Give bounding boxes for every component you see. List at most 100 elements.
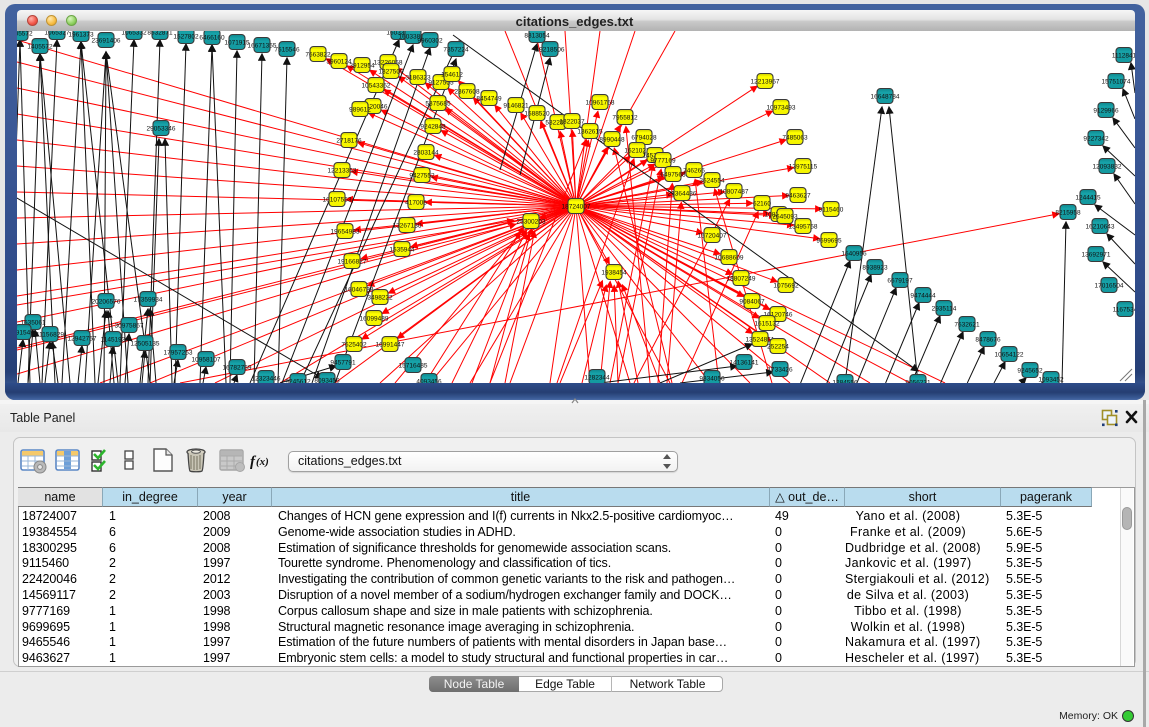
svg-text:1535944: 1535944	[389, 247, 415, 254]
svg-text:(x): (x)	[256, 456, 269, 468]
svg-text:1640956: 1640956	[841, 251, 867, 258]
svg-text:989612: 989612	[349, 107, 371, 114]
svg-text:1733426: 1733426	[767, 367, 793, 374]
svg-text:20206576: 20206576	[92, 299, 121, 306]
svg-text:10973493: 10973493	[767, 105, 796, 112]
svg-text:3186323: 3186323	[405, 75, 431, 82]
svg-text:13495758: 13495758	[789, 224, 818, 231]
svg-text:13975115: 13975115	[789, 164, 818, 171]
svg-text:12213363: 12213363	[328, 168, 357, 175]
svg-text:7357224: 7357224	[443, 47, 469, 54]
svg-text:3960124: 3960124	[326, 59, 352, 66]
svg-text:1065332: 1065332	[121, 31, 147, 37]
svg-text:1405572: 1405572	[17, 31, 33, 38]
svg-text:12323446: 12323446	[252, 376, 281, 383]
svg-text:1071915: 1071915	[224, 40, 250, 47]
svg-text:25300203: 25300203	[517, 219, 546, 226]
svg-text:7663822: 7663822	[305, 52, 331, 59]
svg-text:417006: 417006	[405, 200, 427, 207]
svg-text:62160: 62160	[753, 201, 771, 208]
svg-text:154612: 154612	[441, 72, 463, 79]
svg-text:8938923: 8938923	[862, 265, 888, 272]
svg-text:9463627: 9463627	[785, 193, 811, 200]
svg-text:1822037: 1822037	[559, 119, 585, 126]
svg-text:391549: 391549	[17, 330, 34, 337]
svg-text:7515546: 7515546	[274, 47, 300, 54]
svg-text:10961768: 10961768	[586, 100, 615, 107]
svg-text:17016504: 17016504	[1095, 283, 1124, 290]
svg-text:29053346: 29053346	[147, 126, 176, 133]
svg-text:1615132: 1615132	[754, 321, 780, 328]
svg-text:7632621: 7632621	[954, 322, 980, 329]
svg-text:14136141: 14136141	[730, 360, 759, 367]
svg-text:13267130: 13267130	[393, 223, 422, 230]
svg-text:1167534: 1167534	[1113, 307, 1135, 314]
svg-text:7625402: 7625402	[341, 342, 367, 349]
svg-text:15716485: 15716485	[399, 363, 428, 370]
svg-text:252254: 252254	[767, 344, 789, 351]
svg-text:8813054: 8813054	[524, 33, 550, 40]
svg-text:2718176: 2718176	[336, 138, 362, 145]
svg-text:5875685: 5875685	[425, 101, 451, 108]
svg-text:11156829: 11156829	[36, 332, 64, 339]
svg-text:9699695: 9699695	[816, 238, 842, 245]
svg-text:6794028: 6794028	[631, 135, 657, 142]
svg-text:18807249: 18807249	[727, 276, 756, 283]
svg-text:1405572: 1405572	[27, 44, 53, 51]
svg-text:10958107: 10958107	[192, 357, 221, 364]
svg-text:7485063: 7485063	[782, 135, 808, 142]
svg-text:12093832: 12093832	[1093, 164, 1122, 171]
svg-text:12942757: 12942757	[68, 336, 97, 343]
svg-text:9129966: 9129966	[1093, 108, 1119, 115]
svg-text:746266: 746266	[683, 168, 705, 175]
svg-text:3624554: 3624554	[699, 178, 725, 185]
svg-text:1282344: 1282344	[584, 375, 610, 382]
svg-text:9960302: 9960302	[417, 38, 443, 45]
svg-text:12213967: 12213967	[751, 79, 780, 86]
svg-text:9457791: 9457791	[330, 360, 356, 367]
svg-text:19166827: 19166827	[338, 259, 367, 266]
svg-text:9115460: 9115460	[819, 207, 844, 214]
svg-text:16782759: 16782759	[223, 365, 252, 372]
svg-text:1244415: 1244415	[1075, 195, 1101, 202]
svg-text:16210643: 16210643	[1086, 224, 1115, 231]
svg-text:8532871: 8532871	[147, 31, 173, 37]
svg-text:9474444: 9474444	[910, 293, 936, 300]
svg-text:6466160: 6466160	[199, 35, 225, 42]
svg-text:8454749: 8454749	[476, 96, 502, 103]
svg-text:7955812: 7955812	[612, 115, 638, 122]
svg-text:16991447: 16991447	[376, 342, 405, 349]
svg-text:2935114: 2935114	[932, 306, 957, 313]
svg-text:1362615: 1362615	[577, 129, 603, 136]
svg-text:23691406: 23691406	[92, 38, 121, 45]
svg-text:10807487: 10807487	[720, 189, 749, 196]
svg-text:16046738: 16046738	[345, 287, 374, 294]
svg-text:1065327: 1065327	[44, 31, 70, 37]
svg-text:10543362: 10543362	[362, 83, 391, 90]
svg-text:16099489: 16099489	[360, 316, 389, 323]
svg-text:9777169: 9777169	[650, 158, 676, 165]
svg-text:19218506: 19218506	[536, 47, 565, 54]
svg-text:9146821: 9146821	[503, 103, 529, 110]
svg-text:16107553: 16107553	[323, 197, 352, 204]
svg-text:1527802: 1527802	[173, 34, 199, 41]
svg-text:30975867: 30975867	[115, 323, 144, 330]
svg-text:1075692: 1075692	[773, 283, 799, 290]
svg-text:21364436: 21364436	[668, 191, 697, 198]
svg-text:8990448: 8990448	[599, 137, 625, 144]
svg-text:9834056: 9834056	[699, 376, 725, 383]
svg-text:16671355: 16671355	[248, 43, 277, 50]
svg-text:9227342: 9227342	[1083, 136, 1109, 143]
svg-text:12505135: 12505135	[131, 341, 160, 348]
svg-text:10654122: 10654122	[995, 352, 1024, 359]
svg-text:9242848: 9242848	[420, 124, 446, 131]
svg-text:10688609: 10688609	[715, 255, 744, 262]
svg-text:9427552: 9427552	[409, 173, 435, 180]
svg-text:13692971: 13692971	[1082, 252, 1111, 259]
svg-text:15751074: 15751074	[1102, 79, 1131, 86]
svg-text:17359934: 17359934	[134, 297, 163, 304]
svg-text:2645093: 2645093	[772, 214, 798, 221]
svg-text:9084067: 9084067	[739, 299, 765, 306]
svg-text:3912954: 3912954	[349, 63, 375, 70]
svg-text:18724007: 18724007	[562, 204, 591, 211]
